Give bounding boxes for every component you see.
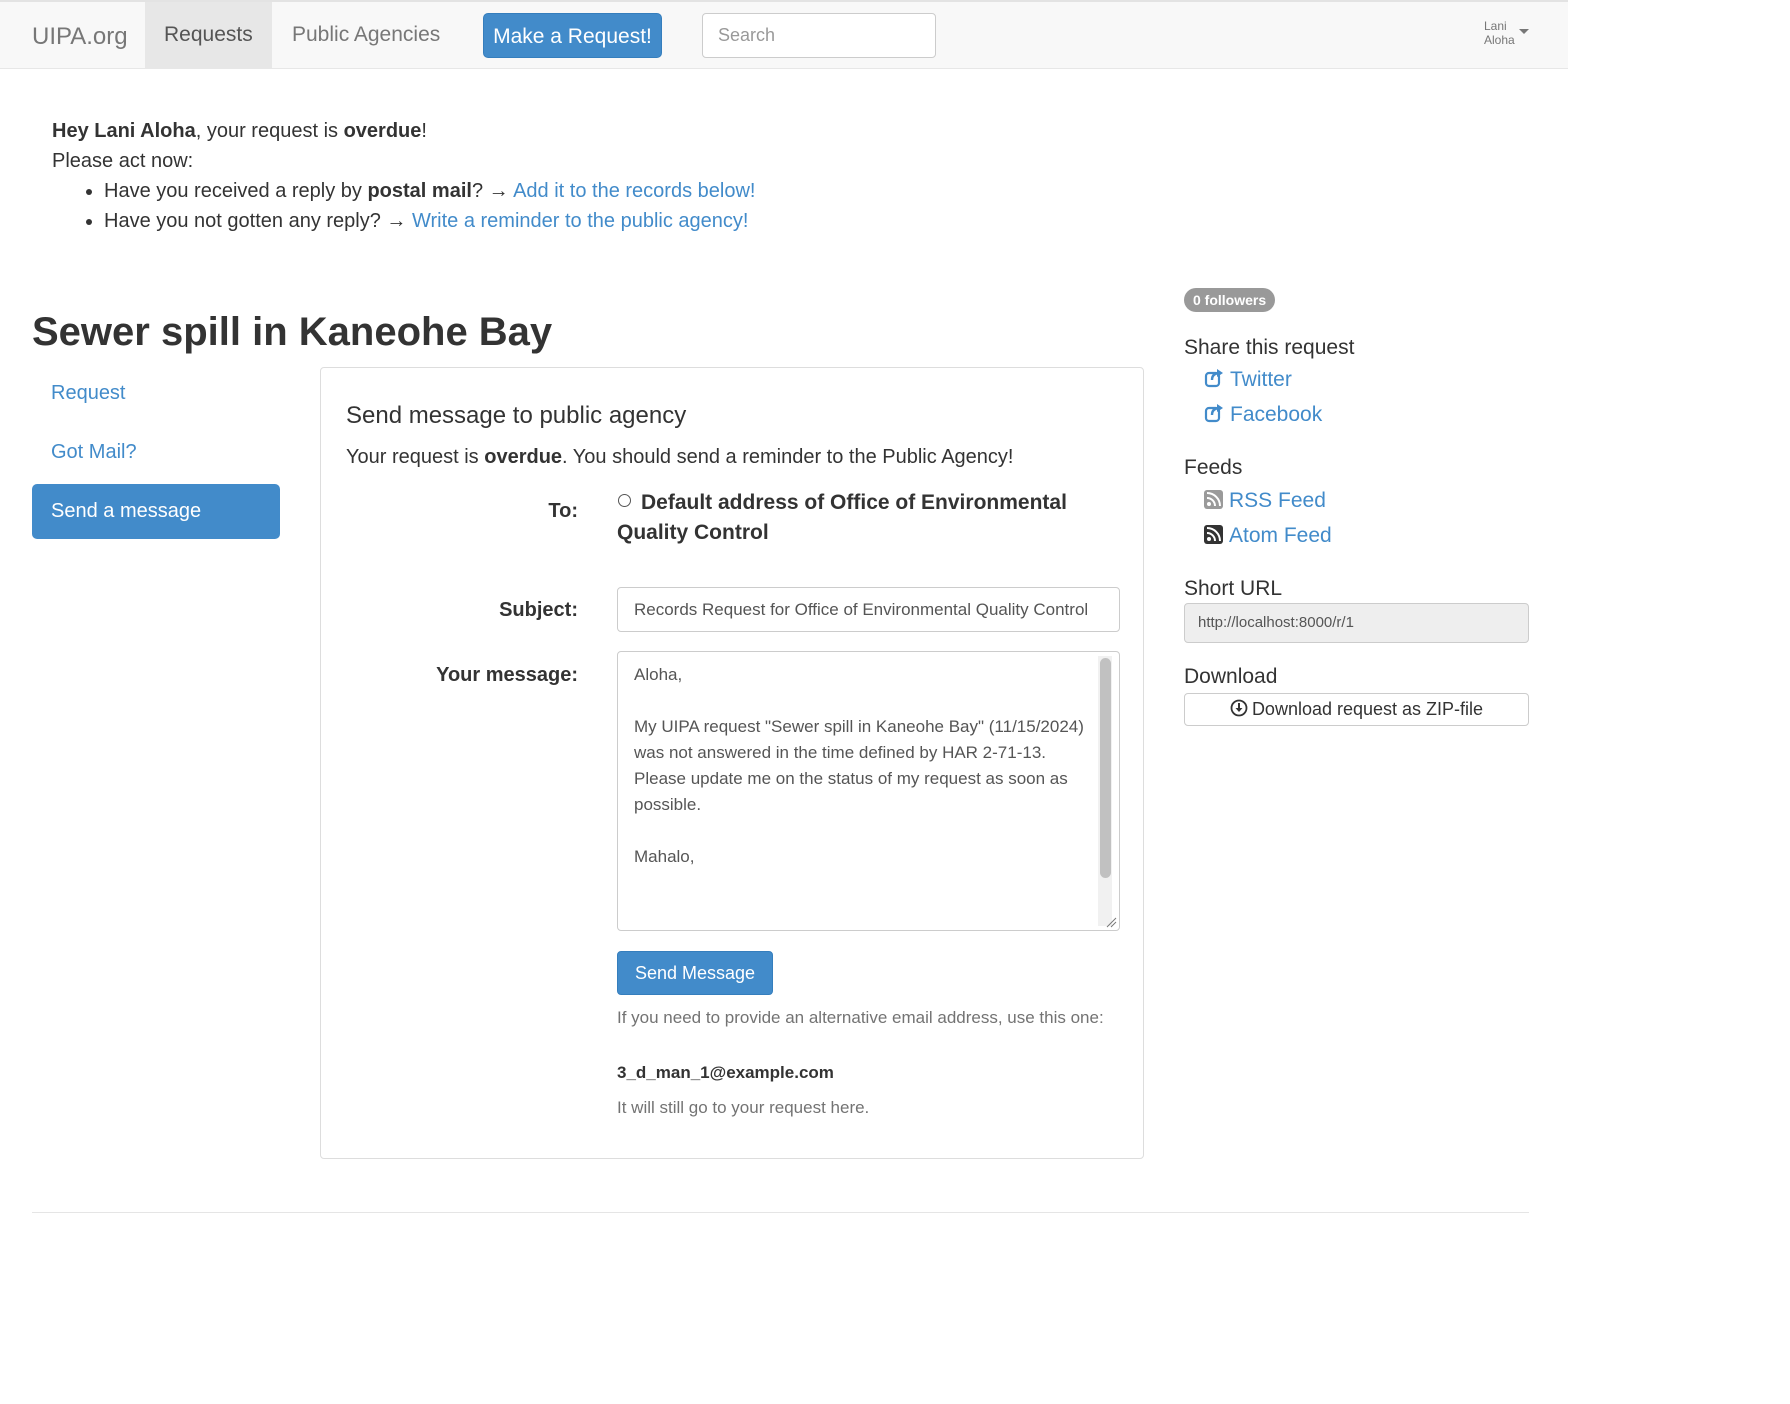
alert-act: Please act now: xyxy=(52,150,194,172)
alt-email-note: It will still go to your request here. xyxy=(617,1098,870,1117)
alert-hey: Hey xyxy=(52,120,95,142)
alert-item2-pre: Have you not gotten any reply? → xyxy=(104,210,412,232)
user-menu[interactable]: Lani Aloha xyxy=(1484,19,1515,47)
alert-item1-post: ? → xyxy=(471,180,514,202)
user-first-name: Lani xyxy=(1484,19,1507,33)
send-message-panel: Send message to public agency Your reque… xyxy=(320,367,1144,1159)
share-facebook-link[interactable]: Facebook xyxy=(1204,403,1322,427)
share-facebook-label: Facebook xyxy=(1230,403,1323,426)
search-input[interactable] xyxy=(702,13,936,58)
to-label: To: xyxy=(548,500,578,522)
subject-input[interactable]: Records Request for Office of Environmen… xyxy=(617,587,1120,632)
alert-mid: , your request is xyxy=(195,120,344,142)
nav-public-agencies[interactable]: Public Agencies xyxy=(273,2,459,68)
alert-list: Have you received a reply by postal mail… xyxy=(52,176,755,236)
footer-divider xyxy=(32,1212,1529,1213)
write-reminder-link[interactable]: Write a reminder to the public agency! xyxy=(412,210,748,232)
feeds-heading: Feeds xyxy=(1184,456,1243,479)
top-navbar: UIPA.org Requests Public Agencies Make a… xyxy=(0,2,1568,69)
caret-down-icon[interactable] xyxy=(1519,29,1529,34)
overdue-alert: Hey Lani Aloha, your request is overdue!… xyxy=(52,116,755,236)
share-twitter-label: Twitter xyxy=(1230,368,1292,391)
short-url-field[interactable]: http://localhost:8000/r/1 xyxy=(1184,603,1529,643)
share-twitter-link[interactable]: Twitter xyxy=(1204,368,1292,392)
rss-icon xyxy=(1204,525,1223,544)
alert-name: Lani Aloha xyxy=(94,120,196,142)
share-heading: Share this request xyxy=(1184,336,1355,359)
followers-badge[interactable]: 0 followers xyxy=(1184,288,1276,312)
overdue-pre: Your request is xyxy=(346,446,485,468)
send-message-button[interactable]: Send Message xyxy=(617,951,773,995)
message-textarea[interactable]: Aloha, My UIPA request "Sewer spill in K… xyxy=(617,651,1120,931)
nav-requests[interactable]: Requests xyxy=(145,2,272,68)
download-zip-label: Download request as ZIP-file xyxy=(1251,699,1484,719)
short-url-heading: Short URL xyxy=(1184,577,1283,600)
alt-email-help: If you need to provide an alternative em… xyxy=(617,1008,1104,1027)
alt-email-address: 3_d_man_1@example.com xyxy=(617,1063,834,1082)
alert-item1-bold: postal mail xyxy=(367,180,472,202)
brand-link[interactable]: UIPA.org xyxy=(32,23,128,51)
overdue-post: . You should send a reminder to the Publ… xyxy=(562,446,1014,468)
to-value[interactable]: Default address of Office of Environment… xyxy=(617,488,1087,548)
alert-item-reminder: Have you not gotten any reply? → Write a… xyxy=(104,206,755,236)
atom-feed-label: Atom Feed xyxy=(1229,524,1332,547)
sidebar-item-got-mail[interactable]: Got Mail? xyxy=(51,441,137,464)
alert-end: ! xyxy=(421,120,427,142)
resize-handle-icon[interactable] xyxy=(1105,916,1117,928)
download-zip-button[interactable]: Download request as ZIP-file xyxy=(1184,693,1529,726)
alert-item1-pre: Have you received a reply by xyxy=(104,180,368,202)
share-icon xyxy=(1204,404,1223,423)
message-text: Aloha, My UIPA request "Sewer spill in K… xyxy=(634,665,1084,866)
download-heading: Download xyxy=(1184,665,1278,688)
panel-heading: Send message to public agency xyxy=(346,402,687,429)
add-records-link[interactable]: Add it to the records below! xyxy=(513,180,755,202)
overdue-notice: Your request is overdue. You should send… xyxy=(346,446,1013,469)
download-icon xyxy=(1230,699,1248,717)
sidebar-item-send-message[interactable]: Send a message xyxy=(32,484,280,539)
share-icon xyxy=(1204,369,1223,388)
scrollbar-thumb[interactable] xyxy=(1100,658,1111,878)
sidebar-item-request[interactable]: Request xyxy=(51,382,126,405)
rss-feed-link[interactable]: RSS Feed xyxy=(1204,489,1326,513)
overdue-bold: overdue xyxy=(484,446,563,468)
message-label: Your message: xyxy=(436,664,578,686)
subject-label: Subject: xyxy=(499,599,578,621)
atom-feed-link[interactable]: Atom Feed xyxy=(1204,524,1332,548)
alert-item-postal: Have you received a reply by postal mail… xyxy=(104,176,755,206)
page-title: Sewer spill in Kaneohe Bay xyxy=(32,310,553,354)
rss-feed-label: RSS Feed xyxy=(1229,489,1326,512)
make-request-button[interactable]: Make a Request! xyxy=(483,13,662,58)
alert-greeting: Hey Lani Aloha, your request is overdue! xyxy=(52,116,755,146)
user-last-name: Aloha xyxy=(1484,33,1515,47)
rss-icon xyxy=(1204,490,1223,509)
alert-status: overdue xyxy=(343,120,422,142)
